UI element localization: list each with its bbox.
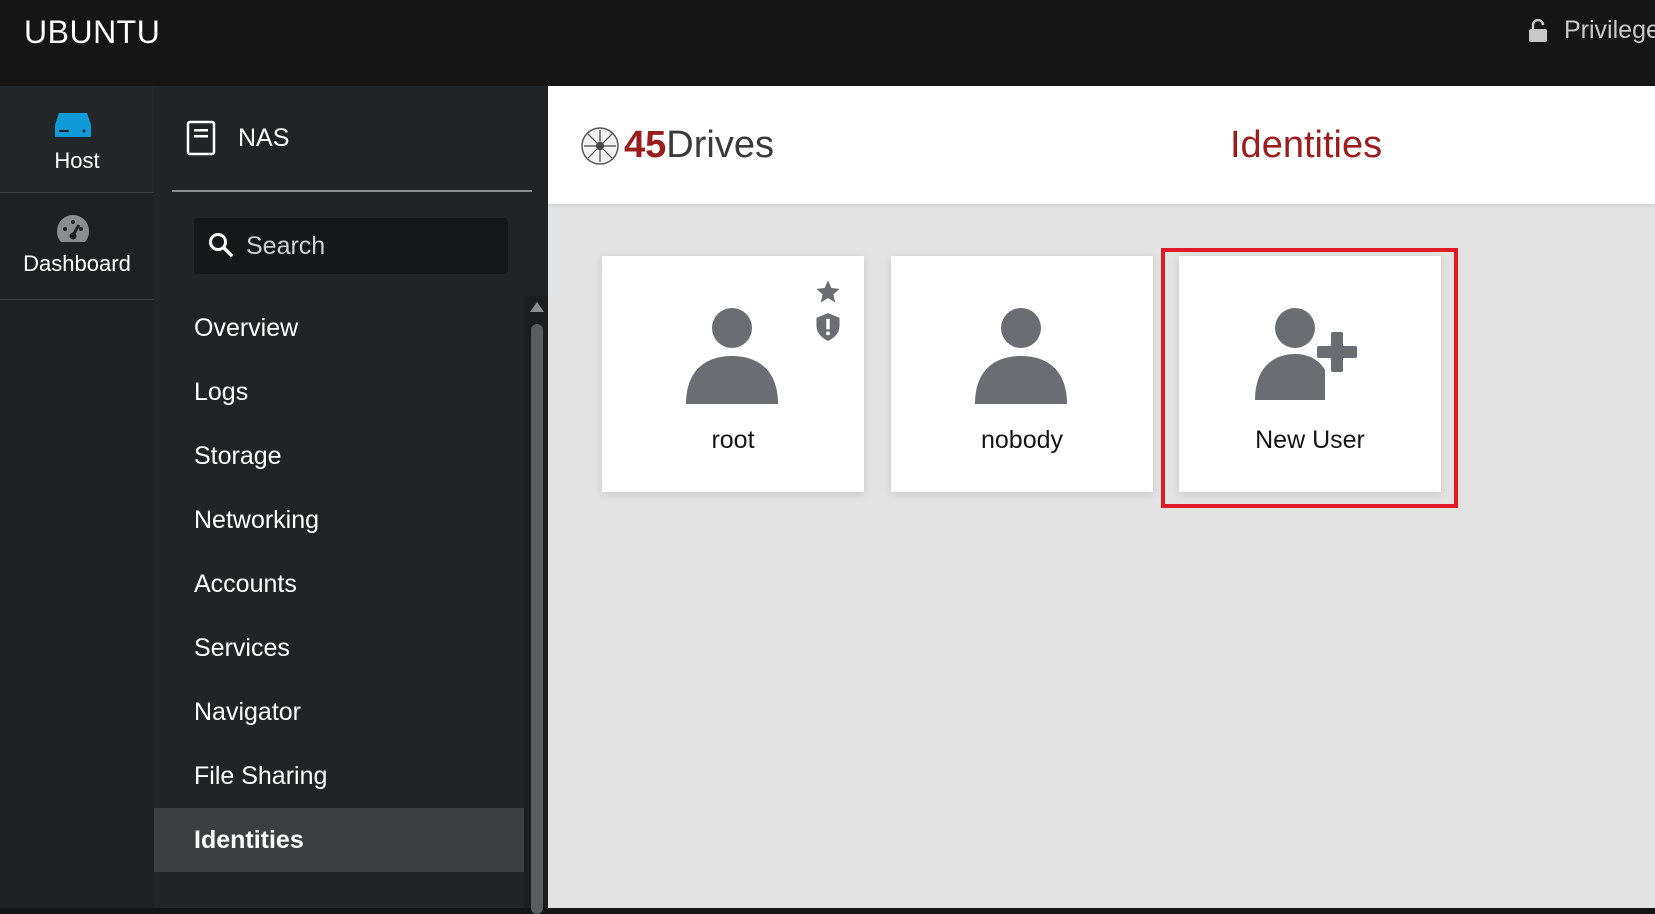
nav-header: NAS xyxy=(172,86,532,192)
search-icon xyxy=(209,233,233,257)
logo-number: 45 xyxy=(624,124,667,166)
app-header: 45 Drives Identities xyxy=(548,86,1655,204)
document-icon xyxy=(186,120,216,156)
nav-item-storage[interactable]: Storage xyxy=(154,424,524,488)
scroll-thumb[interactable] xyxy=(531,324,543,914)
user-avatar-icon xyxy=(975,308,1067,404)
search-placeholder: Search xyxy=(246,232,326,260)
privilege-toggle[interactable]: Privileged xyxy=(1528,16,1655,45)
page-title: Identities xyxy=(1230,124,1383,166)
nav-item-logs[interactable]: Logs xyxy=(154,360,524,424)
top-bar: UBUNTU Privileged xyxy=(0,0,1655,86)
rail-item-host[interactable]: Host xyxy=(0,86,155,193)
user-avatar-icon xyxy=(686,308,778,404)
fan-logo-icon xyxy=(581,126,619,165)
new-user-label: New User xyxy=(1255,426,1365,454)
star-icon xyxy=(816,280,840,303)
nav-item-overview[interactable]: Overview xyxy=(154,296,524,360)
user-name-root: root xyxy=(711,426,755,454)
dashboard-gauge-icon xyxy=(56,215,90,242)
search-input[interactable]: Search xyxy=(194,218,508,274)
lock-open-icon xyxy=(1529,18,1547,42)
rail-item-dashboard[interactable]: Dashboard xyxy=(0,193,154,300)
nav-item-identities[interactable]: Identities xyxy=(154,808,524,872)
nav-item-navigator[interactable]: Navigator xyxy=(154,680,524,744)
new-user-card[interactable]: New User xyxy=(1179,256,1441,492)
nav-item-file-sharing[interactable]: File Sharing xyxy=(154,744,524,808)
rail-label-dashboard: Dashboard xyxy=(23,251,131,276)
brand-logo: 45 Drives xyxy=(580,124,774,167)
main-content: 45 Drives Identities root nobody New Use… xyxy=(548,86,1655,908)
rail-label-host: Host xyxy=(54,148,100,173)
nav-panel: NAS Search Overview Logs Storage Network… xyxy=(154,86,548,914)
nav-item-networking[interactable]: Networking xyxy=(154,488,524,552)
privilege-label: Privileged xyxy=(1564,16,1655,44)
shield-icon xyxy=(816,313,840,341)
host-name: UBUNTU xyxy=(24,14,161,50)
user-card-root[interactable]: root xyxy=(602,256,864,492)
nav-scrollbar[interactable] xyxy=(524,296,548,914)
user-card-nobody[interactable]: nobody xyxy=(891,256,1153,492)
user-plus-icon xyxy=(1255,308,1357,400)
nav-header-label: NAS xyxy=(238,124,290,152)
user-name-nobody: nobody xyxy=(980,426,1064,454)
scroll-up-arrow-icon[interactable] xyxy=(530,302,544,312)
logo-word: Drives xyxy=(666,124,774,166)
icon-rail: Host Dashboard xyxy=(0,86,155,908)
nav-item-services[interactable]: Services xyxy=(154,616,524,680)
server-icon xyxy=(55,113,91,137)
nav-item-accounts[interactable]: Accounts xyxy=(154,552,524,616)
